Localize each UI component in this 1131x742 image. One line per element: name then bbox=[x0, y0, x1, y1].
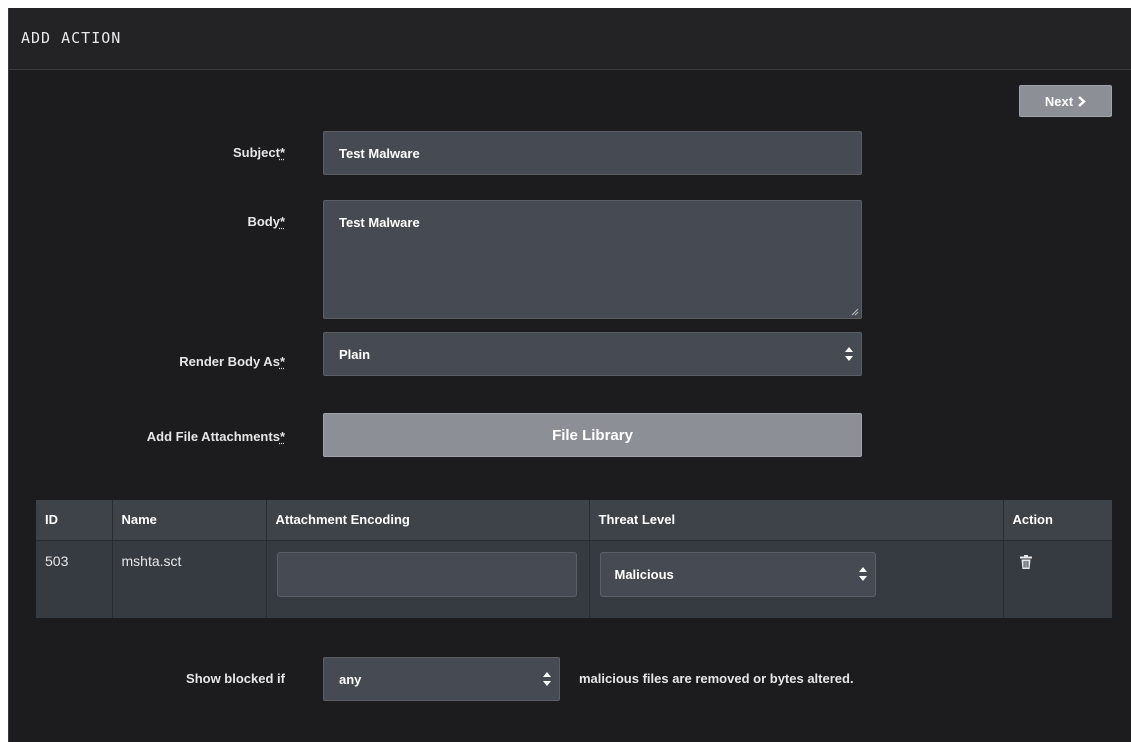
subject-label: Subject* bbox=[232, 145, 285, 160]
show-blocked-label: Show blocked if bbox=[186, 671, 285, 686]
attachments-table: ID Name Attachment Encoding Threat Level… bbox=[36, 500, 1112, 618]
column-header-name: Name bbox=[111, 500, 266, 541]
cell-id: 503 bbox=[36, 540, 112, 618]
updown-arrows-icon bbox=[845, 347, 853, 361]
next-button[interactable]: Next bbox=[1019, 85, 1112, 117]
column-header-threat-level: Threat Level bbox=[588, 500, 1003, 541]
body-textarea-value: Test Malware bbox=[339, 215, 420, 230]
column-header-encoding: Attachment Encoding bbox=[265, 500, 589, 541]
show-blocked-suffix: malicious files are removed or bytes alt… bbox=[579, 671, 854, 686]
cell-action bbox=[1002, 540, 1112, 618]
panel-header: ADD ACTION bbox=[9, 8, 1131, 70]
table-row: 503 mshta.sct Malicious bbox=[36, 540, 1112, 618]
render-body-as-value: Plain bbox=[339, 346, 371, 362]
updown-arrows-icon bbox=[858, 567, 867, 581]
column-header-id: ID bbox=[36, 500, 112, 541]
required-mark: * bbox=[279, 145, 285, 160]
trash-icon[interactable] bbox=[1019, 554, 1032, 569]
required-mark: * bbox=[279, 429, 285, 444]
show-blocked-value: any bbox=[339, 671, 362, 687]
resize-grip-icon[interactable] bbox=[851, 308, 859, 316]
file-library-label: File Library bbox=[552, 426, 633, 444]
required-mark: * bbox=[279, 354, 285, 369]
next-button-label: Next bbox=[1044, 93, 1074, 109]
cell-name: mshta.sct bbox=[111, 540, 266, 618]
cell-encoding bbox=[265, 540, 589, 618]
threat-level-select[interactable]: Malicious bbox=[599, 551, 876, 597]
attachment-encoding-input[interactable] bbox=[276, 551, 577, 597]
cell-threat-level: Malicious bbox=[588, 540, 1003, 618]
chevron-right-icon bbox=[1078, 95, 1086, 107]
threat-level-value: Malicious bbox=[614, 566, 674, 582]
subject-input[interactable]: Test Malware bbox=[323, 131, 862, 175]
body-textarea[interactable]: Test Malware bbox=[323, 200, 862, 319]
updown-arrows-icon bbox=[543, 672, 551, 686]
show-blocked-select[interactable]: any bbox=[323, 657, 560, 701]
required-mark: * bbox=[279, 214, 285, 229]
table-header-row: ID Name Attachment Encoding Threat Level… bbox=[36, 500, 1112, 541]
body-label: Body* bbox=[247, 214, 285, 229]
file-library-button[interactable]: File Library bbox=[323, 413, 862, 457]
add-action-panel: ADD ACTION Next Subject* Test Malware Bo… bbox=[8, 8, 1131, 742]
column-header-action: Action bbox=[1002, 500, 1112, 541]
render-body-as-select[interactable]: Plain bbox=[323, 332, 862, 376]
panel-title: ADD ACTION bbox=[21, 29, 122, 47]
render-body-as-label: Render Body As* bbox=[179, 354, 285, 369]
subject-input-value: Test Malware bbox=[339, 145, 420, 161]
file-attachments-label: Add File Attachments* bbox=[146, 429, 285, 444]
